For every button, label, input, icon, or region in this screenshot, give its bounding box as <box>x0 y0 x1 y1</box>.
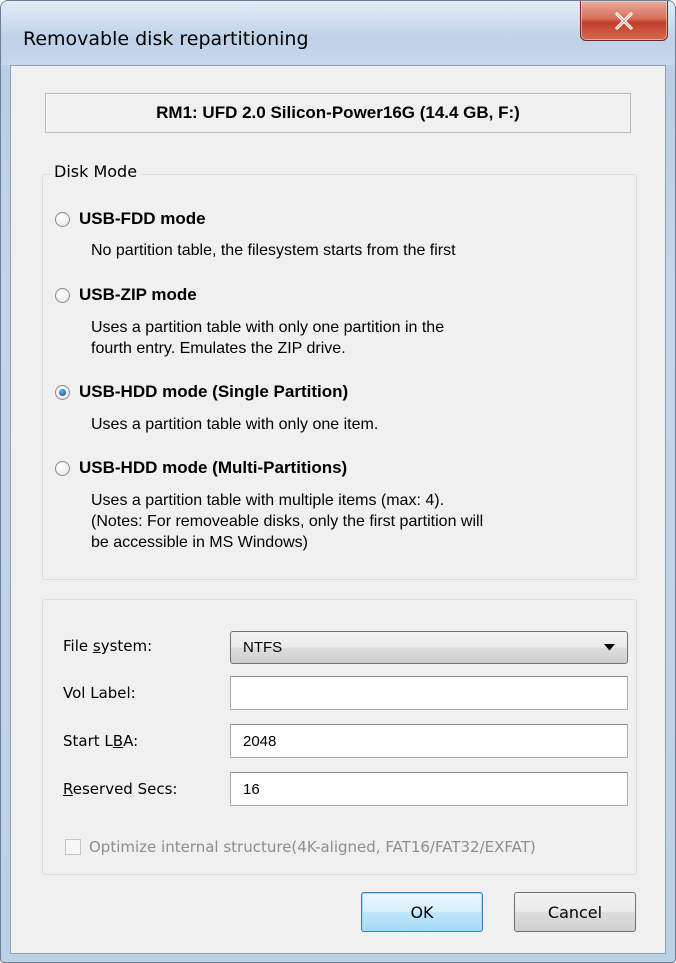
disk-mode-legend: Disk Mode <box>51 162 141 181</box>
radio-label-usb-hdd-multi: USB-HDD mode (Multi-Partitions) <box>79 458 348 477</box>
radio-usb-zip[interactable]: USB-ZIP mode <box>55 285 197 305</box>
file-system-select[interactable]: NTFS <box>230 631 628 664</box>
reserved-secs-label-accel: R <box>63 780 73 798</box>
start-lba-input[interactable]: 2048 <box>230 724 628 758</box>
radio-desc-usb-hdd-multi-line3: be accessible in MS Windows) <box>91 534 308 551</box>
file-system-label-post: ystem: <box>100 637 153 655</box>
disk-info-label: RM1: UFD 2.0 Silicon-Power16G (14.4 GB, … <box>45 93 631 133</box>
vol-label-input[interactable] <box>230 676 628 710</box>
cancel-button[interactable]: Cancel <box>514 892 636 932</box>
radio-button-usb-hdd-single[interactable] <box>55 384 70 400</box>
radio-label-usb-fdd: USB-FDD mode <box>79 209 206 228</box>
close-icon <box>615 11 633 30</box>
radio-label-usb-hdd-single: USB-HDD mode (Single Partition) <box>79 382 349 401</box>
start-lba-label: Start LBA: <box>63 732 138 750</box>
file-system-label-pre: File <box>63 637 93 655</box>
radio-button-usb-zip[interactable] <box>55 287 70 303</box>
dropdown-arrow-icon <box>604 644 615 651</box>
file-system-label: File system: <box>63 637 152 655</box>
radio-desc-usb-zip-line2: fourth entry. Emulates the ZIP drive. <box>91 340 346 357</box>
radio-desc-usb-zip-line1: Uses a partition table with only one par… <box>91 319 445 336</box>
optimize-label: Optimize internal structure(4K-aligned, … <box>89 838 536 856</box>
start-lba-label-post: A: <box>123 732 139 750</box>
window-title: Removable disk repartitioning <box>23 28 309 50</box>
repartition-dialog: Removable disk repartitioning RM1: UFD 2… <box>0 0 676 963</box>
radio-label-usb-zip: USB-ZIP mode <box>79 285 197 304</box>
radio-button-usb-hdd-multi[interactable] <box>55 460 70 476</box>
file-system-label-accel: s <box>92 637 101 655</box>
reserved-secs-label-post: eserved Secs: <box>72 780 178 798</box>
start-lba-label-pre: Start L <box>63 732 113 750</box>
optimize-checkbox[interactable] <box>65 839 81 855</box>
optimize-checkbox-row[interactable]: Optimize internal structure(4K-aligned, … <box>65 838 536 856</box>
radio-desc-usb-fdd-line1: No partition table, the filesystem start… <box>91 242 456 259</box>
dialog-client-area: RM1: UFD 2.0 Silicon-Power16G (14.4 GB, … <box>10 65 666 954</box>
radio-desc-usb-hdd-multi-line1: Uses a partition table with multiple ite… <box>91 492 445 509</box>
reserved-secs-label: Reserved Secs: <box>63 780 177 798</box>
radio-button-usb-fdd[interactable] <box>55 211 70 227</box>
ok-button[interactable]: OK <box>361 892 483 932</box>
title-bar[interactable]: Removable disk repartitioning <box>1 1 675 65</box>
radio-desc-usb-hdd-multi-line2: (Notes: For removeable disks, only the f… <box>91 513 484 530</box>
vol-label-label: Vol Label: <box>63 684 136 702</box>
radio-usb-hdd-multi[interactable]: USB-HDD mode (Multi-Partitions) <box>55 458 347 478</box>
start-lba-label-accel: B <box>112 732 124 750</box>
radio-usb-hdd-single[interactable]: USB-HDD mode (Single Partition) <box>55 382 348 402</box>
radio-usb-fdd[interactable]: USB-FDD mode <box>55 209 206 229</box>
close-button[interactable] <box>580 1 668 41</box>
file-system-value: NTFS <box>243 639 283 656</box>
radio-desc-usb-hdd-single-line1: Uses a partition table with only one ite… <box>91 416 379 433</box>
reserved-secs-input[interactable]: 16 <box>230 772 628 806</box>
